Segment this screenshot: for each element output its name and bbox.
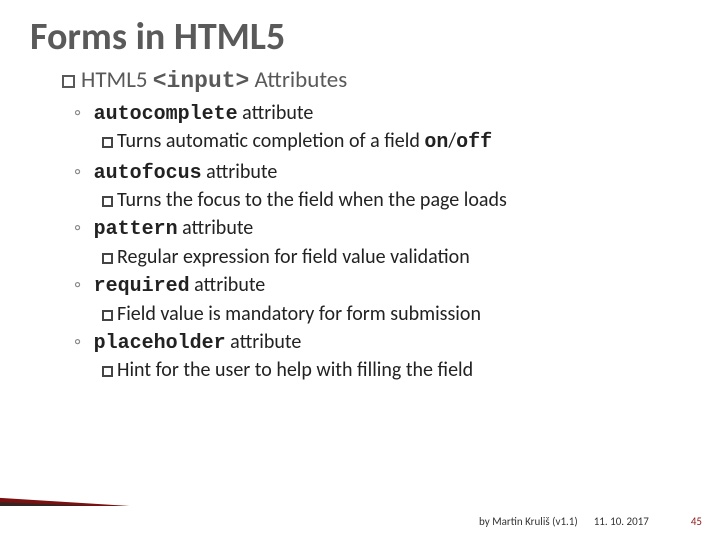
square-bullet-icon — [62, 75, 75, 88]
attr-label-suffix: attribute — [238, 101, 314, 125]
slide-title: Forms in HTML5 — [30, 18, 690, 58]
list-item: autocomplete attribute — [76, 100, 690, 128]
decor-triangle-icon — [0, 501, 120, 506]
slide-footer: by Martin Kruliš (v1.1) 11. 10. 2017 45 — [0, 515, 720, 528]
attr-label-suffix: attribute — [202, 160, 278, 184]
attr-code: placeholder — [94, 332, 226, 355]
attributes-list: autocomplete attribute Turns automatic c… — [76, 100, 690, 384]
attr-code: required — [94, 275, 190, 298]
list-item: autofocus attribute — [76, 159, 690, 187]
attr-desc: Field value is mandatory for form submis… — [117, 302, 481, 326]
attr-desc-code: on — [424, 131, 448, 154]
subtitle-suffix: Attributes — [249, 66, 347, 94]
square-bullet-icon — [102, 366, 113, 377]
list-subitem: Turns the focus to the field when the pa… — [102, 187, 690, 213]
slide-decor — [0, 468, 130, 506]
attr-desc-mid: / — [448, 129, 456, 153]
attr-code: pattern — [94, 218, 178, 241]
attr-desc-code: off — [456, 131, 492, 154]
attr-desc: Turns the focus to the field when the pa… — [117, 188, 507, 212]
attr-code: autocomplete — [94, 103, 238, 126]
footer-page-number: 45 — [691, 515, 702, 528]
attr-code: autofocus — [94, 162, 202, 185]
list-item: placeholder attribute — [76, 329, 690, 357]
list-subitem: Regular expression for field value valid… — [102, 244, 690, 270]
attr-label-suffix: attribute — [226, 330, 302, 354]
attr-desc: Hint for the user to help with filling t… — [117, 358, 473, 382]
square-bullet-icon — [102, 196, 113, 207]
attr-desc: Turns automatic completion of a field — [117, 129, 424, 153]
subtitle-code: <input> — [153, 68, 250, 94]
square-bullet-icon — [102, 137, 113, 148]
list-subitem: Field value is mandatory for form submis… — [102, 301, 690, 327]
attr-label-suffix: attribute — [190, 273, 266, 297]
footer-author: by Martin Kruliš (v1.1) — [479, 515, 578, 528]
list-subitem: Turns automatic completion of a field on… — [102, 128, 690, 156]
list-subitem: Hint for the user to help with filling t… — [102, 357, 690, 383]
attr-label-suffix: attribute — [178, 216, 254, 240]
square-bullet-icon — [102, 253, 113, 264]
footer-date: 11. 10. 2017 — [594, 515, 649, 528]
slide-subtitle: HTML5 <input> Attributes — [62, 66, 690, 94]
square-bullet-icon — [102, 310, 113, 321]
list-item: pattern attribute — [76, 215, 690, 243]
slide: Forms in HTML5 HTML5 <input> Attributes … — [0, 0, 720, 540]
attr-desc: Regular expression for field value valid… — [117, 245, 470, 269]
subtitle-prefix: HTML5 — [81, 66, 153, 94]
list-item: required attribute — [76, 272, 690, 300]
